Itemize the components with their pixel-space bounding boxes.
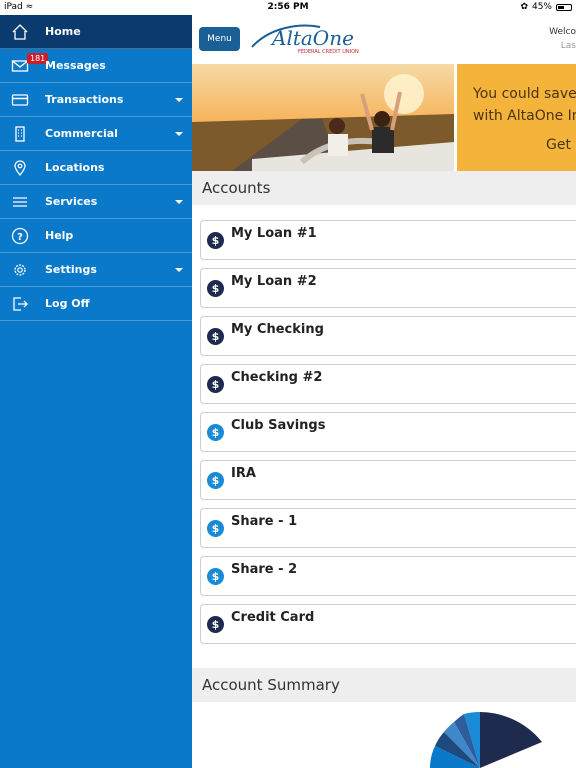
sidebar-item-home[interactable]: Home (0, 15, 192, 49)
account-row[interactable]: $ My Loan #2 (200, 268, 576, 308)
home-icon (12, 24, 28, 40)
sidebar-item-label: Help (45, 229, 74, 242)
clock: 2:56 PM (267, 2, 309, 12)
sidebar-item-transactions[interactable]: Transactions (0, 83, 192, 117)
sidebar-item-label: Log Off (45, 297, 90, 310)
banner-ad: You could save with AltaOne In Get y (457, 64, 576, 171)
dollar-icon: $ (207, 232, 224, 249)
welcome-text: Welco (549, 27, 576, 37)
account-name: My Checking (231, 322, 324, 337)
chart-segment (480, 712, 542, 768)
sidebar-item-label: Services (45, 195, 98, 208)
account-name: Checking #2 (231, 370, 323, 385)
account-row[interactable]: $ Checking #2 (200, 364, 576, 404)
banner-photo (192, 64, 454, 171)
logout-icon (13, 297, 28, 311)
account-row[interactable]: $ IRA (200, 460, 576, 500)
main-content: Menu AltaOne FEDERAL CREDIT UNION Welco … (192, 15, 576, 768)
sidebar-item-commercial[interactable]: Commercial (0, 117, 192, 151)
account-name: Club Savings (231, 418, 326, 433)
account-row[interactable]: $ Credit Card (200, 604, 576, 644)
building-icon (15, 126, 25, 142)
account-name: My Loan #2 (231, 274, 317, 289)
sidebar-item-label: Commercial (45, 127, 118, 140)
logo-subtext: FEDERAL CREDIT UNION (298, 49, 359, 55)
credit-card-icon (11, 94, 29, 106)
sidebar-item-label: Locations (45, 161, 105, 174)
menu-button[interactable]: Menu (199, 27, 240, 51)
account-row[interactable]: $ My Loan #1 (200, 220, 576, 260)
list-icon (13, 197, 27, 207)
accounts-header: Accounts (192, 171, 576, 205)
dollar-icon: $ (207, 568, 224, 585)
battery-percent: 45% (531, 2, 552, 12)
status-bar: iPad ≈ 2:56 PM ✿ 45% (0, 0, 576, 15)
bluetooth-icon: ✿ (520, 2, 528, 12)
account-name: IRA (231, 466, 256, 481)
account-name: Credit Card (231, 610, 315, 625)
dollar-icon: $ (207, 376, 224, 393)
sidebar-item-label: Messages (45, 59, 106, 72)
dollar-icon: $ (207, 328, 224, 345)
chevron-down-icon (175, 200, 183, 204)
account-summary-chart (429, 711, 542, 768)
account-row[interactable]: $ My Checking (200, 316, 576, 356)
promo-banner[interactable]: You could save with AltaOne In Get y (192, 64, 576, 171)
sidebar-item-label: Transactions (45, 93, 124, 106)
status-right: ✿ 45% (520, 2, 572, 12)
sidebar-item-settings[interactable]: Settings (0, 253, 192, 287)
dollar-icon: $ (207, 472, 224, 489)
chevron-down-icon (175, 98, 183, 102)
ad-line-3: Get y (546, 137, 576, 153)
logo-text: AltaOne (270, 26, 354, 50)
ad-line-1: You could save (473, 86, 576, 102)
svg-text:?: ? (17, 232, 23, 243)
sidebar-item-log-off[interactable]: Log Off (0, 287, 192, 321)
dollar-icon: $ (207, 616, 224, 633)
map-pin-icon (14, 160, 26, 177)
sidebar-item-services[interactable]: Services (0, 185, 192, 219)
battery-icon (556, 3, 572, 11)
help-icon: ? (11, 227, 29, 245)
sidebar-nav: Home 181 Messages Transactions Commercia… (0, 15, 192, 768)
altaone-logo: AltaOne FEDERAL CREDIT UNION (251, 24, 359, 55)
sidebar-item-messages[interactable]: 181 Messages (0, 49, 192, 83)
gear-icon (14, 264, 26, 276)
top-bar: Menu AltaOne FEDERAL CREDIT UNION Welco … (192, 15, 576, 64)
sidebar-item-label: Home (45, 25, 81, 38)
account-name: Share - 1 (231, 514, 298, 529)
account-row[interactable]: $ Share - 1 (200, 508, 576, 548)
sidebar-item-help[interactable]: ? Help (0, 219, 192, 253)
chevron-down-icon (175, 132, 183, 136)
account-name: Share - 2 (231, 562, 298, 577)
ad-line-2: with AltaOne In (473, 108, 576, 124)
account-summary-header: Account Summary (192, 668, 576, 702)
last-login-text: Las (560, 41, 576, 51)
dollar-icon: $ (207, 280, 224, 297)
sidebar-item-label: Settings (45, 263, 97, 276)
account-row[interactable]: $ Club Savings (200, 412, 576, 452)
chevron-down-icon (175, 268, 183, 272)
sidebar-item-locations[interactable]: Locations (0, 151, 192, 185)
dollar-icon: $ (207, 424, 224, 441)
account-name: My Loan #1 (231, 226, 317, 241)
account-row[interactable]: $ Share - 2 (200, 556, 576, 596)
dollar-icon: $ (207, 520, 224, 537)
